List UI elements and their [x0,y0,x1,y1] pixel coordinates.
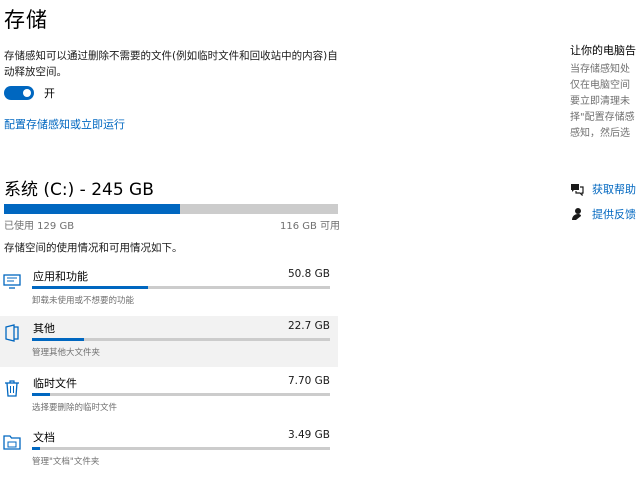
give-feedback-label: 提供反馈 [592,208,636,221]
category-bar [32,447,330,450]
feedback-icon [572,208,581,220]
sidebar-text-line: 要立即清理未 [570,96,630,107]
drive-usage-fill [4,204,181,214]
help-chat-icon [571,184,584,197]
toggle-knob [23,89,31,97]
storage-sense-description: 存储感知可以通过删除不需要的文件(例如临时文件和回收站中的内容)自动释放空间。 [4,50,338,78]
get-help-label: 获取帮助 [592,183,636,196]
category-temp-files[interactable]: 临时文件 7.70 GB 选择要删除的临时文件 [0,371,338,422]
trash-icon [5,380,19,397]
category-name: 应用和功能 [33,270,88,283]
category-other[interactable]: 其他 22.7 GB 管理其他大文件夹 [0,316,338,367]
category-subtitle: 卸载未使用或不想要的功能 [32,296,135,306]
page-title: 存储 [4,8,48,32]
category-bar-fill [32,393,50,396]
sidebar-text-line: 择"配置存储感 [570,112,635,123]
drive-free-label: 116 GB 可用 [280,221,341,232]
sidebar-text-line: 感知，然后选 [570,128,630,139]
category-size: 50.8 GB [287,268,330,280]
drive-usage-bar [4,204,338,214]
monitor-icon [3,274,21,289]
category-name: 临时文件 [33,377,77,390]
drive-title: 系统 (C:) - 245 GB [4,180,154,200]
get-help-link[interactable]: 获取帮助 [570,181,636,197]
category-documents[interactable]: 文档 3.49 GB 管理"文档"文件夹 [0,425,338,476]
category-bar [32,286,330,289]
folder-open-icon [5,324,19,342]
documents-folder-icon [3,435,21,450]
category-name: 文档 [33,431,55,444]
sidebar-text-line: 仅在电脑空间 [570,80,630,91]
category-bar-fill [32,286,149,289]
sidebar-title: 让你的电脑告 [570,44,636,57]
category-bar-fill [32,447,41,450]
category-size: 3.49 GB [287,429,330,441]
category-name: 其他 [33,322,55,335]
give-feedback-link[interactable]: 提供反馈 [570,206,636,222]
drive-info-text: 存储空间的使用情况和可用情况如下。 [4,242,183,254]
sidebar-text-line: 当存储感知处 [570,64,630,75]
category-subtitle: 管理其他大文件夹 [32,348,101,358]
sidebar-text: 当存储感知处 仅在电脑空间 要立即清理未 择"配置存储感 感知，然后选 [570,62,640,142]
category-bar [32,393,330,396]
category-size: 7.70 GB [287,375,330,387]
drive-used-label: 已使用 129 GB [4,221,75,232]
category-apps[interactable]: 应用和功能 50.8 GB 卸载未使用或不想要的功能 [0,264,338,315]
category-subtitle: 选择要删除的临时文件 [32,403,118,413]
category-bar-fill [32,338,85,341]
toggle-label: 开 [44,87,55,100]
configure-storage-sense-link[interactable]: 配置存储感知或立即运行 [4,116,125,132]
category-size: 22.7 GB [287,320,330,332]
storage-sense-toggle[interactable] [4,86,34,100]
category-bar [32,338,330,341]
category-subtitle: 管理"文档"文件夹 [32,457,100,467]
